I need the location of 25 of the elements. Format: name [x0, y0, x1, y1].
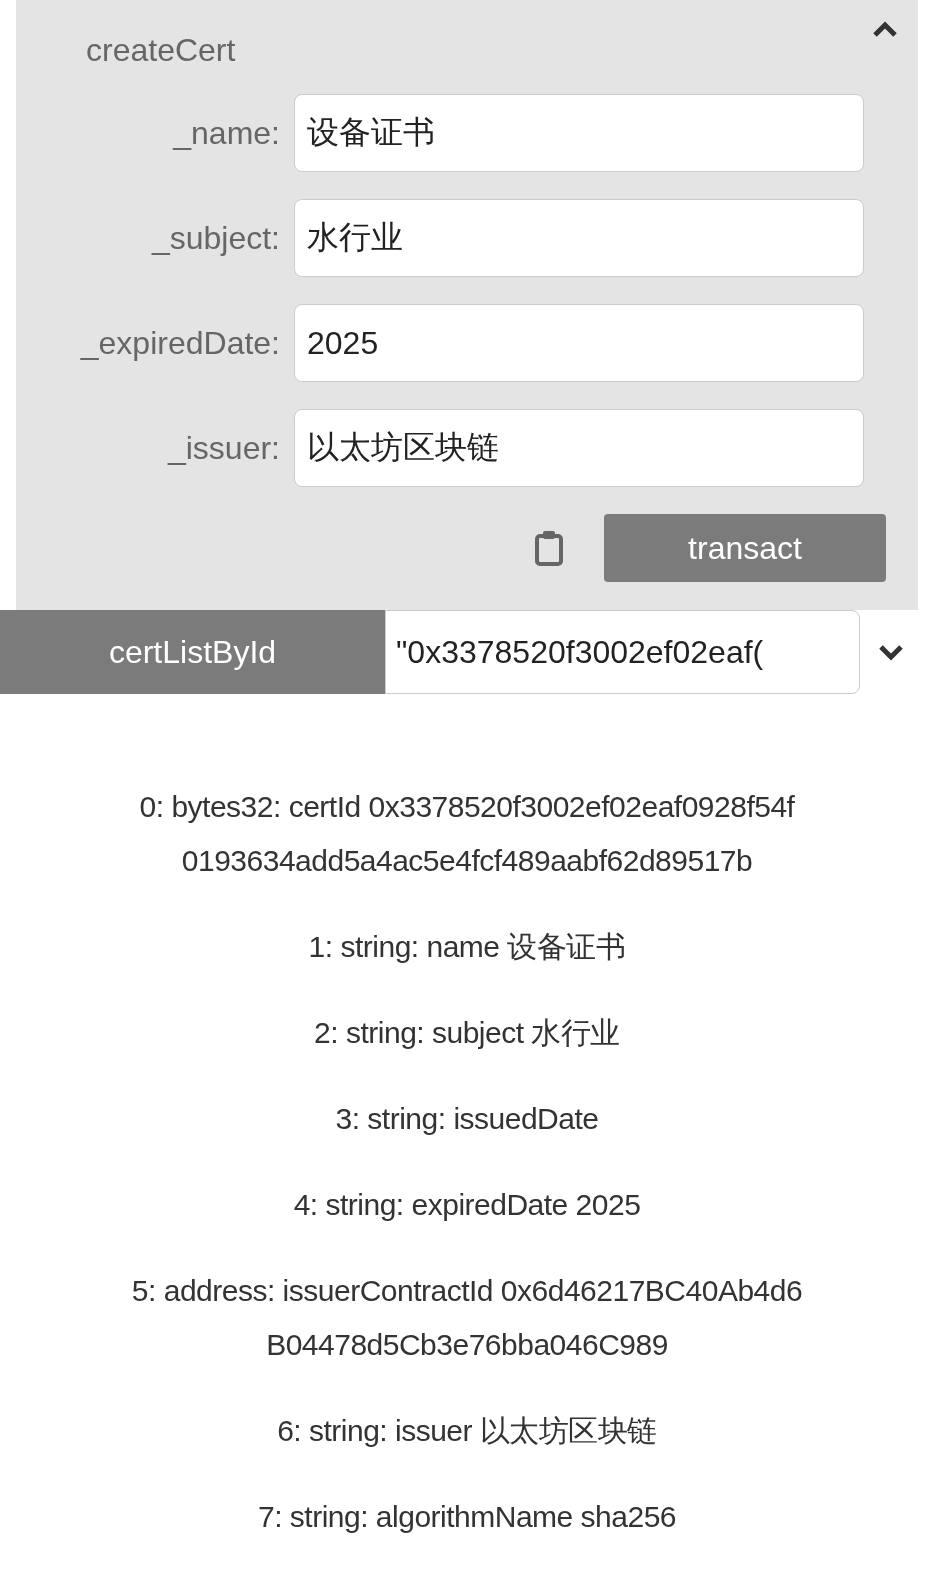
- result-text: 0: bytes32: certId 0x3378520f3002ef02eaf0928f54f: [139, 789, 795, 825]
- call-button[interactable]: certListById: [0, 610, 385, 694]
- argument-field[interactable]: "0x3378520f3002ef02eaf(: [385, 610, 860, 694]
- result-text: 5: address: issuerContractId 0x6d46217BC40Ab4d6: [131, 1273, 803, 1309]
- result-text: B04478d5Cb3e76bba046C989: [266, 1327, 668, 1363]
- panel-title: createCert: [86, 31, 236, 70]
- expand-caret-icon[interactable]: [878, 643, 904, 661]
- result-text: 0193634add5a4ac5e4fcf489aabf62d89517b: [181, 843, 753, 879]
- collapse-caret-icon[interactable]: [872, 20, 898, 38]
- result-text: 3: string: issuedDate: [335, 1101, 599, 1137]
- field-label: _subject:: [150, 219, 281, 258]
- input-field[interactable]: 设备证书: [294, 94, 864, 172]
- clipboard-icon[interactable]: [534, 530, 564, 566]
- transact-button[interactable]: transact: [604, 514, 886, 582]
- result-text: 2: string: subject 水行业: [314, 1015, 620, 1051]
- input-field[interactable]: 水行业: [294, 199, 864, 277]
- result-text: 6: string: issuer 以太坊区块链: [277, 1413, 657, 1449]
- result-text: 7: string: algorithmName sha256: [257, 1499, 677, 1535]
- field-label: _issuer:: [166, 429, 281, 468]
- field-label: _name:: [171, 114, 281, 153]
- input-field[interactable]: 2025: [294, 304, 864, 382]
- field-label: _expiredDate:: [79, 324, 281, 363]
- input-field[interactable]: 以太坊区块链: [294, 409, 864, 487]
- result-text: 4: string: expiredDate 2025: [293, 1187, 641, 1223]
- result-text: 1: string: name 设备证书: [308, 929, 626, 965]
